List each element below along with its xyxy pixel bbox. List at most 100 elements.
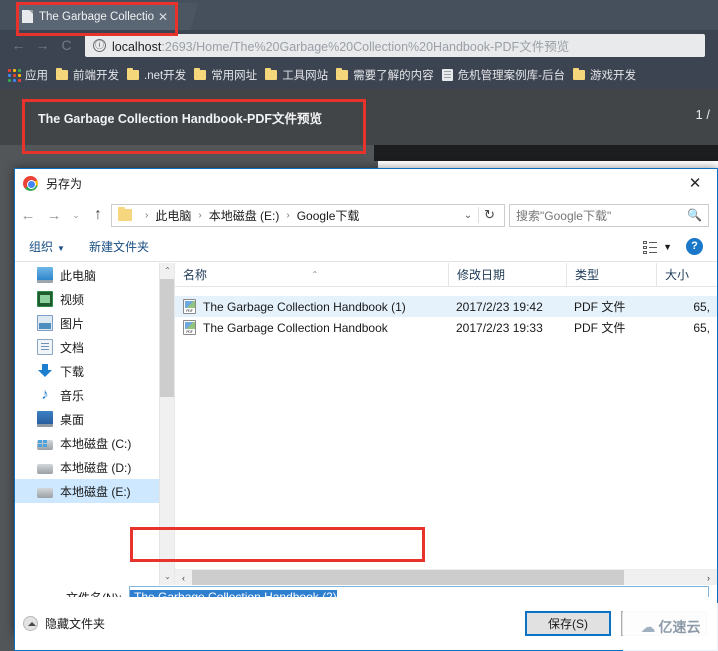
music-icon: ♪	[41, 386, 49, 403]
folder-icon	[194, 68, 207, 80]
tree-item-documents[interactable]: 文档	[15, 335, 174, 359]
view-mode-control[interactable]: ▼ ?	[643, 238, 717, 255]
tree-item-drive-e[interactable]: 本地磁盘 (E:)	[15, 479, 174, 503]
column-header-name[interactable]: ⌃ 名称	[175, 263, 448, 287]
hide-folders-label: 隐藏文件夹	[45, 617, 106, 631]
bookmark-item-apps[interactable]: 应用	[6, 65, 54, 85]
chevron-down-icon[interactable]: ▼	[663, 242, 672, 252]
tree-item-desktop[interactable]: 桌面	[15, 407, 174, 431]
breadcrumb-separator: ›	[145, 209, 149, 221]
tree-item-label: 图片	[60, 316, 85, 331]
tree-item-videos[interactable]: 视频	[15, 287, 174, 311]
bookmark-item-5[interactable]: 需要了解的内容	[334, 65, 440, 85]
close-icon[interactable]: ✕	[673, 169, 717, 198]
file-list-pane: ⌃ 名称 修改日期 类型 大小 PDF The Garbage Collecti…	[175, 263, 717, 585]
dialog-nav-bar: ← → ⌄ ↑ › 此电脑 › 本地磁盘 (E:) › Google下载 ⌄ ↻…	[15, 198, 717, 232]
scroll-left-icon[interactable]: ‹	[175, 573, 192, 583]
breadcrumb-separator: ›	[286, 209, 290, 221]
chevron-down-icon[interactable]: ⌄	[458, 210, 478, 221]
browser-toolbar: ← → C ⓘ localhost:2693/Home/The%20Garbag…	[0, 30, 718, 61]
tree-item-label: 本地磁盘 (E:)	[60, 484, 131, 499]
column-header-type[interactable]: 类型	[566, 263, 656, 287]
breadcrumb-item-2[interactable]: Google下载	[297, 207, 360, 224]
bookmark-item-1[interactable]: 前端开发	[54, 65, 125, 85]
address-bar[interactable]: ⓘ localhost:2693/Home/The%20Garbage%20Co…	[85, 34, 705, 57]
tree-item-computer[interactable]: 此电脑	[15, 263, 174, 287]
back-button[interactable]: ←	[15, 207, 41, 224]
new-folder-button[interactable]: 新建文件夹	[75, 238, 159, 255]
search-input[interactable]: 搜索"Google下载" 🔍	[509, 203, 709, 227]
download-icon	[37, 363, 53, 379]
url-path: :2693/Home/The%20Garbage%20Collection%20…	[161, 40, 570, 54]
close-icon[interactable]: ✕	[156, 10, 170, 24]
tree-item-label: 本地磁盘 (C:)	[60, 436, 132, 451]
address-bar-url: localhost:2693/Home/The%20Garbage%20Coll…	[112, 36, 569, 55]
breadcrumb-item-1[interactable]: 本地磁盘 (E:)	[209, 207, 280, 224]
reload-icon[interactable]: C	[58, 37, 75, 54]
table-row[interactable]: The Garbage Collection Handbook 2017/2/2…	[175, 317, 717, 338]
tree-scrollbar[interactable]: ⌃ ⌄	[159, 263, 174, 585]
scrollbar-thumb[interactable]	[192, 569, 624, 585]
list-view-icon	[643, 240, 658, 254]
up-one-level-button[interactable]: ↑	[85, 206, 111, 224]
save-button[interactable]: 保存(S)	[525, 611, 611, 636]
scrollbar-thumb[interactable]	[160, 279, 174, 397]
pdf-file-icon	[183, 299, 196, 314]
forward-button[interactable]: →	[34, 37, 51, 54]
scrollbar-track[interactable]	[192, 569, 700, 585]
hide-folders-button[interactable]: 隐藏文件夹	[15, 615, 105, 632]
file-type: PDF 文件	[574, 300, 626, 314]
recent-locations-icon[interactable]: ⌄	[67, 210, 85, 221]
folder-icon	[127, 68, 139, 80]
folder-icon	[336, 68, 349, 80]
file-size: 65,	[693, 320, 710, 335]
dialog-title: 另存为	[46, 177, 83, 191]
refresh-icon[interactable]: ↻	[478, 207, 500, 223]
pdf-page-shadow	[374, 145, 718, 161]
screen: The Garbage Collectio ✕ ← → C ⓘ localhos…	[0, 0, 718, 651]
column-header-modified[interactable]: 修改日期	[448, 263, 566, 287]
breadcrumb-item-0[interactable]: 此电脑	[155, 207, 191, 224]
help-button[interactable]: ?	[686, 238, 703, 255]
pdf-page-indicator: 1 /	[695, 107, 710, 122]
folder-icon	[118, 207, 132, 221]
file-modified: 2017/2/23 19:42	[456, 299, 543, 314]
column-label: 类型	[575, 267, 600, 282]
tree-item-drive-d[interactable]: 本地磁盘 (D:)	[15, 455, 174, 479]
forward-button[interactable]: →	[41, 207, 67, 224]
scroll-down-icon[interactable]: ⌄	[160, 569, 174, 585]
tree-item-drive-c[interactable]: 本地磁盘 (C:)	[15, 431, 174, 455]
watermark: ☁ 亿速云	[623, 603, 718, 651]
table-row[interactable]: The Garbage Collection Handbook (1) 2017…	[175, 296, 717, 317]
chrome-logo-icon	[23, 176, 38, 191]
column-header-size[interactable]: 大小	[656, 263, 716, 287]
breadcrumb-separator: ›	[198, 209, 202, 221]
drive-icon	[37, 463, 53, 474]
bookmark-item-3[interactable]: 常用网址	[192, 65, 263, 85]
document-icon	[37, 339, 53, 355]
bookmarks-bar: 应用 前端开发 .net开发 常用网址 工具网站 需要了解的内容 危机管理案例库…	[0, 61, 718, 89]
bookmark-item-6[interactable]: 危机管理案例库-后台	[440, 65, 571, 85]
breadcrumb[interactable]: › 此电脑 › 本地磁盘 (E:) › Google下载 ⌄ ↻	[111, 203, 505, 227]
folder-icon	[265, 68, 278, 80]
bookmark-item-4[interactable]: 工具网站	[263, 65, 334, 85]
organize-button[interactable]: 组织 ▼	[15, 238, 75, 255]
browser-tab[interactable]: The Garbage Collectio ✕	[16, 3, 176, 30]
video-icon	[37, 291, 53, 307]
tree-item-label: 桌面	[60, 412, 85, 427]
tree-item-downloads[interactable]: 下载	[15, 359, 174, 383]
bookmark-item-2[interactable]: .net开发	[125, 65, 192, 85]
scroll-right-icon[interactable]: ›	[700, 573, 717, 583]
bookmark-item-7[interactable]: 游戏开发	[571, 65, 642, 85]
scroll-up-icon[interactable]: ⌃	[160, 263, 174, 279]
cloud-icon: ☁	[640, 619, 656, 636]
tree-item-pictures[interactable]: 图片	[15, 311, 174, 335]
site-info-icon[interactable]: ⓘ	[93, 39, 106, 52]
file-type: PDF 文件	[574, 321, 626, 335]
file-name-cell: The Garbage Collection Handbook	[175, 320, 448, 335]
desktop-icon	[37, 411, 53, 427]
back-button[interactable]: ←	[10, 37, 27, 54]
file-name-cell: The Garbage Collection Handbook (1)	[175, 299, 448, 314]
file-list-horizontal-scrollbar[interactable]: ‹ ›	[175, 569, 717, 585]
tree-item-music[interactable]: ♪ 音乐	[15, 383, 174, 407]
